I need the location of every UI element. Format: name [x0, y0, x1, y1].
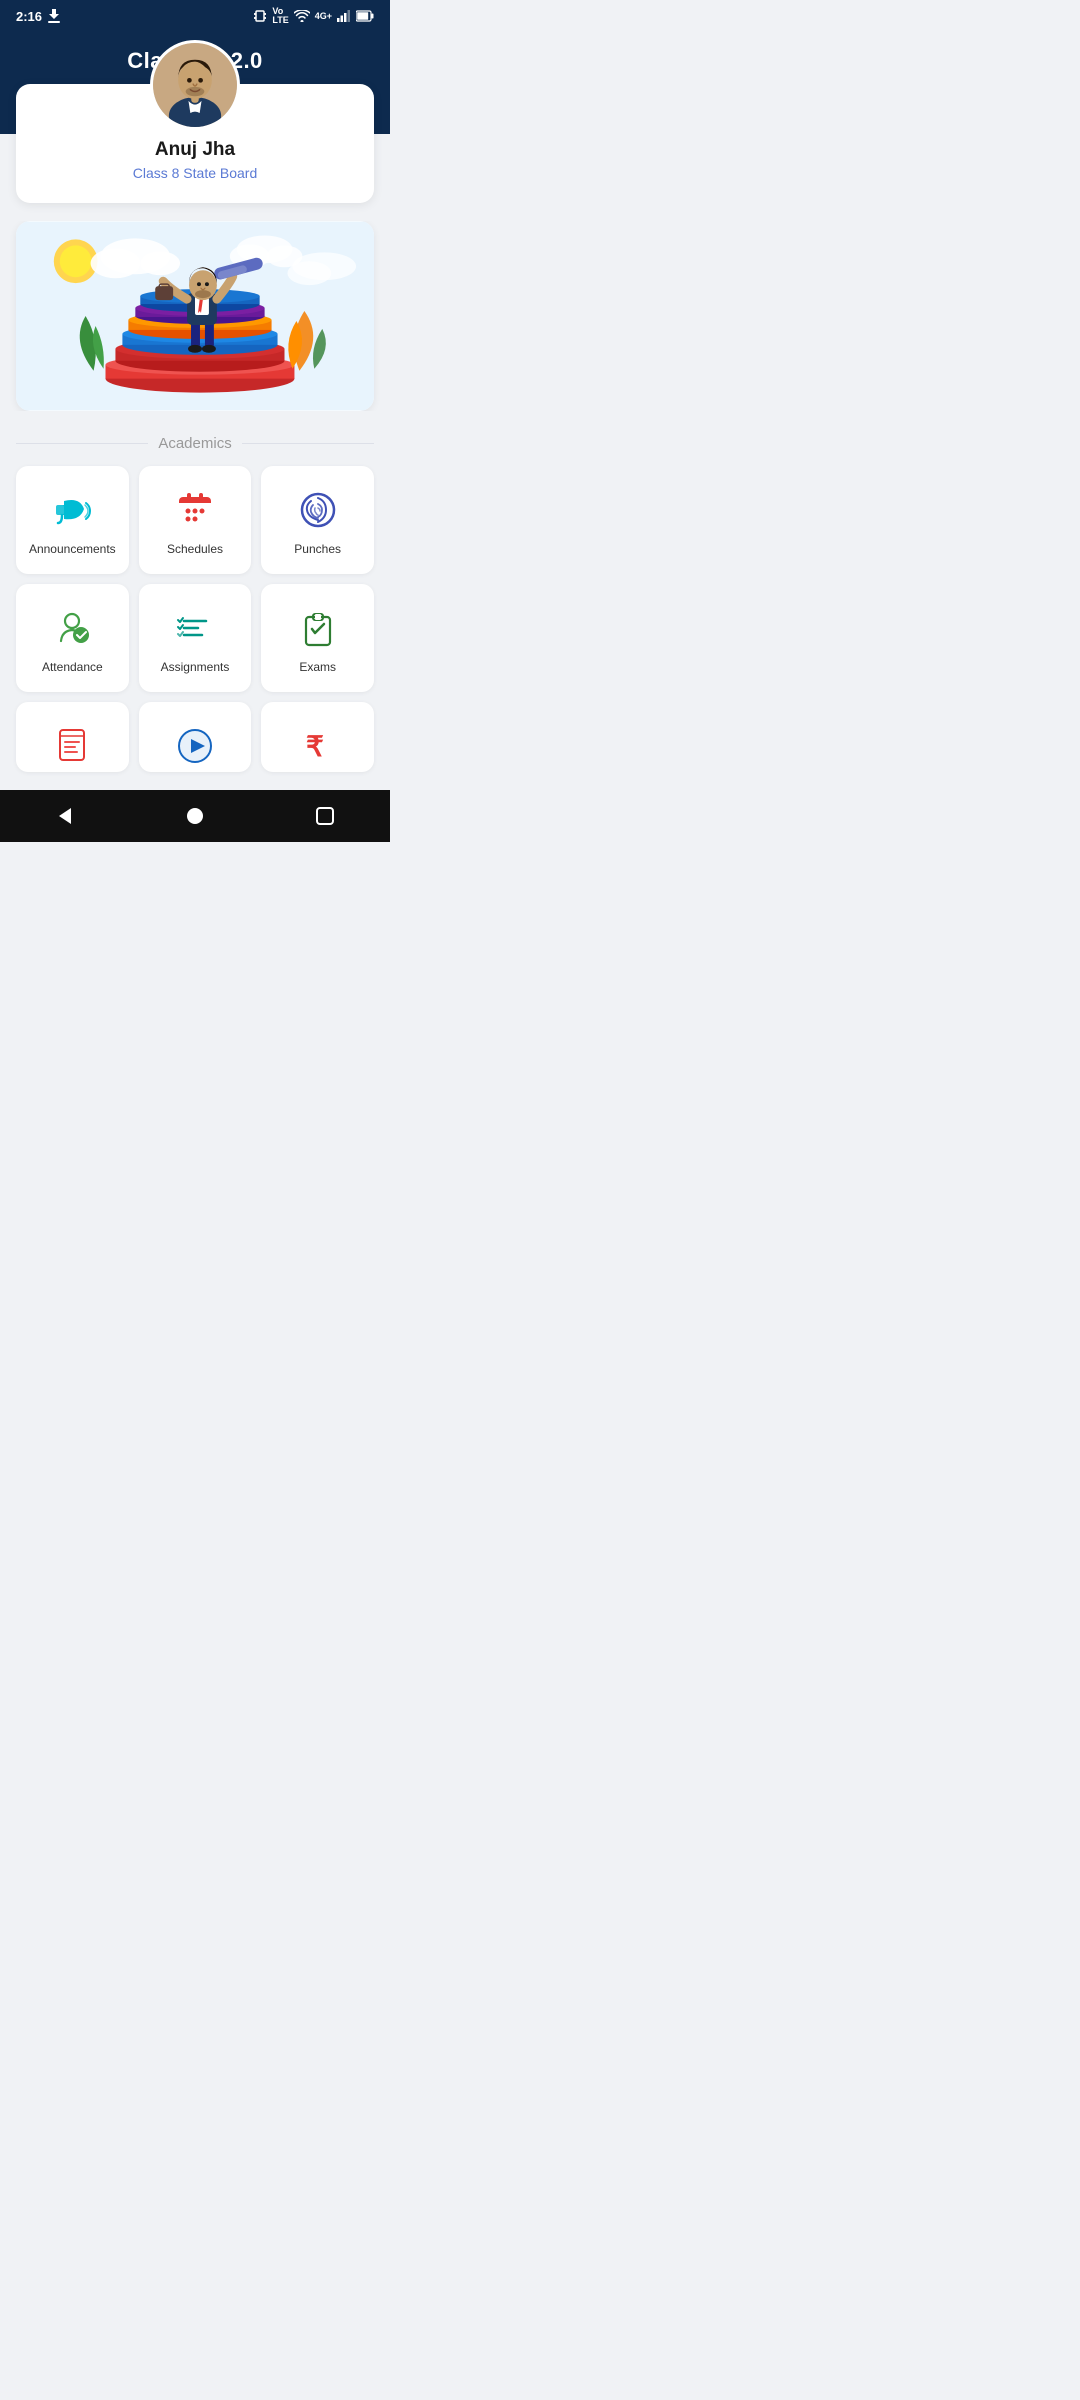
- profile-section: Anuj Jha Class 8 State Board: [16, 84, 374, 203]
- time-display: 2:16: [16, 9, 42, 24]
- battery-icon: [356, 10, 374, 22]
- media-icon: [173, 724, 217, 768]
- assignments-icon: [173, 606, 217, 650]
- fees-icon: ₹: [296, 724, 340, 768]
- assignments-item[interactable]: Assignments: [139, 584, 252, 692]
- attendance-item[interactable]: Attendance: [16, 584, 129, 692]
- back-button[interactable]: [47, 798, 83, 834]
- banner-illustration: [16, 221, 374, 411]
- schedules-label: Schedules: [167, 542, 223, 556]
- svg-text:₹: ₹: [306, 731, 324, 762]
- media-item[interactable]: [139, 702, 252, 772]
- punches-icon: [296, 488, 340, 532]
- announcements-item[interactable]: Announcements: [16, 466, 129, 574]
- network-icon: 4G+: [315, 11, 332, 21]
- results-item[interactable]: [16, 702, 129, 772]
- profile-name: Anuj Jha: [36, 139, 354, 161]
- academics-label: Academics: [158, 435, 231, 452]
- avatar: [150, 40, 240, 130]
- results-icon: [50, 724, 94, 768]
- academics-section-header: Academics: [16, 435, 374, 452]
- partial-grid-row: ₹: [0, 692, 390, 772]
- attendance-icon: [50, 606, 94, 650]
- schedules-item[interactable]: Schedules: [139, 466, 252, 574]
- punches-item[interactable]: Punches: [261, 466, 374, 574]
- signal-icon: [337, 10, 351, 22]
- assignments-label: Assignments: [161, 660, 230, 674]
- status-bar: 2:16 VoLTE 4G+: [0, 0, 390, 32]
- banner-section: [0, 221, 390, 411]
- exams-label: Exams: [299, 660, 336, 674]
- profile-class: Class 8 State Board: [36, 165, 354, 181]
- fees-item[interactable]: ₹: [261, 702, 374, 772]
- punches-label: Punches: [294, 542, 341, 556]
- academics-grid-row2: Attendance Assignments: [0, 584, 390, 692]
- recent-button[interactable]: [307, 798, 343, 834]
- announcements-label: Announcements: [29, 542, 116, 556]
- download-icon: [48, 9, 60, 23]
- wifi-icon: [294, 10, 310, 22]
- vibrate-icon: [253, 9, 267, 23]
- banner-card: [16, 221, 374, 411]
- announcements-icon: [50, 488, 94, 532]
- bottom-nav: [0, 790, 390, 842]
- exams-icon: [296, 606, 340, 650]
- volte-icon: VoLTE: [272, 7, 288, 25]
- academics-grid-row1: Announcements Schedules: [0, 466, 390, 574]
- status-icons: VoLTE 4G+: [253, 7, 374, 25]
- avatar-wrapper: [150, 40, 240, 130]
- section-line-left: [16, 443, 148, 444]
- section-line-right: [242, 443, 374, 444]
- avatar-image: [153, 40, 237, 130]
- schedules-icon: [173, 488, 217, 532]
- attendance-label: Attendance: [42, 660, 103, 674]
- home-button[interactable]: [177, 798, 213, 834]
- exams-item[interactable]: Exams: [261, 584, 374, 692]
